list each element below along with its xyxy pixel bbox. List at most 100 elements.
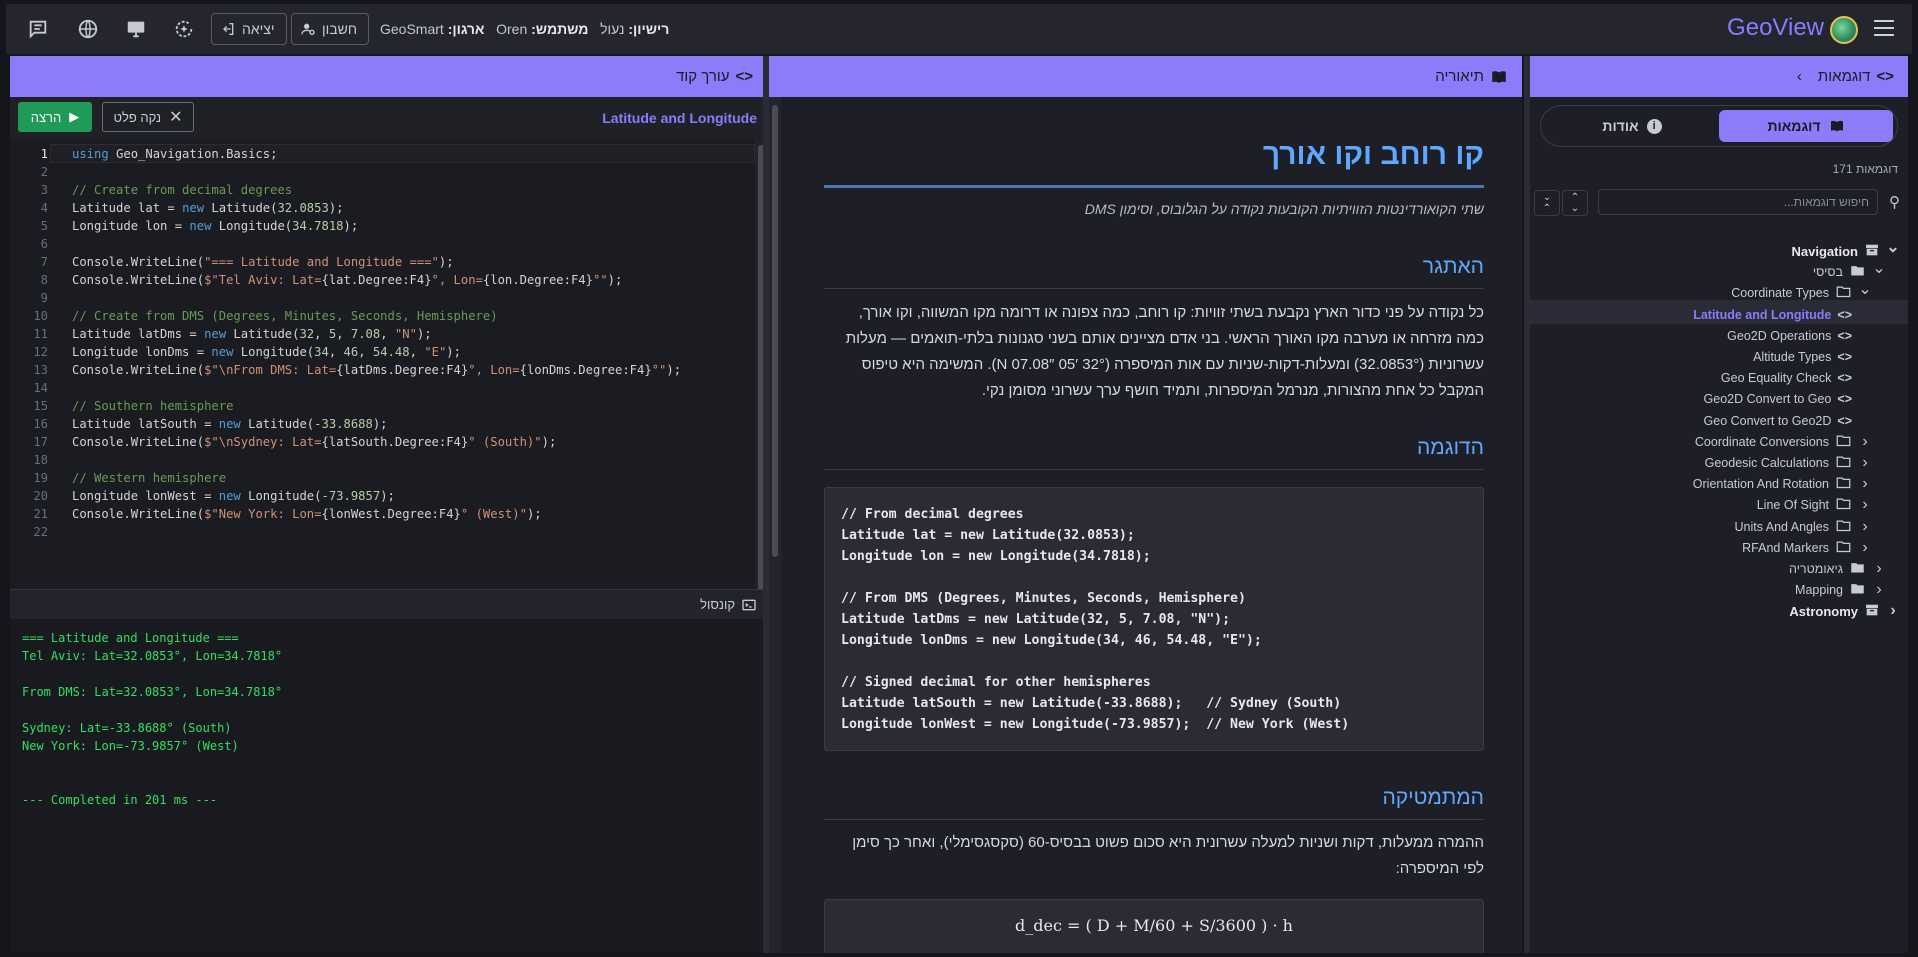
examples-panel: ‹ דוגמאות <> אודות i דוגמאות 171 דוגמאות…	[1530, 56, 1908, 953]
tree-item-label: Line Of Sight	[1756, 498, 1829, 513]
chevron-right-icon[interactable]: ›	[1872, 581, 1886, 599]
globe-icon[interactable]	[76, 17, 100, 41]
folder-open-icon	[1835, 539, 1852, 557]
logout-icon	[223, 23, 234, 35]
examples-count: 171 דוגמאות	[1832, 162, 1898, 176]
console-line: From DMS: Lat=32.0853°, Lon=34.7818°	[22, 685, 283, 699]
heading-math: המתמטיקה	[1382, 786, 1484, 809]
paragraph-line: כמה מזרחה או מערבה מקו האורך הראשי. בני …	[845, 330, 1484, 347]
code-icon: <>	[1837, 371, 1852, 386]
code-panel-title: עורך קוד	[676, 68, 730, 85]
code-block-line: Latitude lat = new Latitude(32.0853);	[841, 528, 1135, 543]
chevron-right-icon[interactable]: ›	[1886, 602, 1900, 620]
collapse-all-button[interactable]: ⌄ ⌃	[1534, 190, 1560, 216]
code-editor-panel: עורך קוד <> הרצה ▶ נקה פלט ✕ Latitude an…	[10, 56, 767, 953]
chevron-down-icon[interactable]: ⌄	[1858, 279, 1872, 299]
chat-icon[interactable]	[26, 17, 50, 41]
chevron-right-icon[interactable]: ›	[1858, 454, 1872, 472]
code-line: 9	[40, 291, 48, 305]
code-block-line: // From decimal degrees	[841, 507, 1024, 522]
expand-all-button[interactable]: ⌃ ⌄	[1562, 190, 1588, 216]
logout-button[interactable]: יציאה	[211, 13, 287, 45]
menu-icon[interactable]	[1874, 20, 1894, 36]
file-title: Latitude and Longitude	[602, 110, 757, 126]
ai-sync-icon[interactable]	[172, 17, 196, 41]
search-icon: ⚲	[1889, 194, 1900, 211]
code-line: 7 Console.WriteLine("=== Latitude and Lon…	[40, 255, 454, 269]
code-block-line: Longitude lonDms = new Longitude(34, 46,…	[841, 633, 1262, 648]
tab-examples[interactable]: דוגמאות	[1719, 110, 1893, 142]
console-title: קונסול	[700, 597, 735, 612]
folder-icon	[1849, 560, 1866, 578]
chevron-down-icon[interactable]: ⌄	[1886, 237, 1900, 257]
code-icon: <>	[1837, 392, 1852, 407]
console-output: === Latitude and Longitude === Tel Aviv:…	[10, 619, 767, 953]
divider	[824, 469, 1484, 470]
challenge-paragraph: כל נקודה על פני כדור הארץ נקבעת בשתי זוו…	[824, 300, 1484, 404]
code-icon: <>	[1837, 307, 1852, 322]
tree-item-label: Navigation	[1791, 243, 1858, 259]
tree-item-label: בסיסי	[1812, 265, 1843, 280]
chevron-right-icon[interactable]: ›	[1858, 518, 1872, 536]
code-icon: <>	[1837, 350, 1852, 364]
clear-output-button[interactable]: נקה פלט ✕	[102, 102, 194, 132]
collapse-icon: ⌄ ⌃	[1542, 192, 1552, 214]
folder-open-icon	[1835, 284, 1852, 302]
chevron-right-icon[interactable]: ›	[1872, 560, 1886, 578]
tree-item-label: RFAnd Markers	[1742, 540, 1829, 555]
console-line: Tel Aviv: Lat=32.0853°, Lon=34.7818°	[22, 649, 283, 663]
folder-open-icon	[1835, 454, 1852, 472]
account-button[interactable]: חשבון	[291, 13, 369, 45]
user-gear-icon	[301, 23, 315, 35]
info-icon: i	[1646, 118, 1662, 134]
account-label: חשבון	[322, 21, 358, 37]
code-line: 14	[33, 381, 48, 395]
session-info: רישיון: נעול משתמש: Oren ארגון: GeoSmart	[380, 21, 669, 37]
code-editor[interactable]: 1 using Geo_Navigation.Basics; 2 3// Crea…	[10, 139, 767, 593]
folder-icon	[1849, 581, 1866, 599]
search-input[interactable]	[1598, 189, 1878, 215]
tab-about-label: אודות	[1602, 118, 1639, 134]
code-line: 17 Console.WriteLine($"\nSydney: Lat={lat…	[33, 435, 557, 449]
code-block-line: // Signed decimal for other hemispheres	[841, 675, 1151, 690]
clear-label: נקה פלט	[113, 109, 162, 125]
console-line: New York: Lon=-73.9857° (West)	[22, 739, 239, 753]
code-line: 13 Console.WriteLine($"\nFrom DMS: Lat={l…	[33, 363, 682, 377]
tree-item-label: Units And Angles	[1734, 519, 1829, 534]
theory-subtitle: שתי הקואורדינטות הזוויתיות הקובעות נקודה…	[1084, 201, 1484, 217]
theory-content: קו רוחב וקו אורך שתי הקואורדינטות הזווית…	[769, 56, 1522, 953]
code-icon: <>	[1876, 68, 1894, 85]
chevron-right-icon[interactable]: ›	[1858, 475, 1872, 493]
code-block-line: Latitude latDms = new Latitude(32, 5, 7.…	[841, 612, 1231, 627]
examples-tabs: אודות i דוגמאות	[1540, 105, 1898, 147]
code-line: 5 Longitude lon = new Longitude(34.7818);	[40, 219, 359, 233]
tree-item[interactable]: Astronomy ›	[1789, 599, 1900, 623]
tab-about[interactable]: אודות i	[1545, 110, 1719, 142]
divider	[824, 819, 1484, 820]
theory-title: קו רוחב וקו אורך	[1262, 138, 1484, 171]
book-icon	[1830, 120, 1843, 132]
monitor-icon[interactable]	[124, 17, 148, 41]
chevron-left-icon[interactable]: ‹	[1797, 68, 1802, 85]
code-line: 21 Console.WriteLine($"New York: Lon={lon…	[33, 507, 542, 521]
folder-open-icon	[1835, 433, 1852, 451]
code-line: 15// Southern hemisphere	[33, 399, 234, 413]
divider	[824, 288, 1484, 289]
chevron-right-icon[interactable]: ›	[1858, 496, 1872, 514]
chevron-down-icon[interactable]: ⌄	[1872, 258, 1886, 278]
chevron-right-icon[interactable]: ›	[1858, 539, 1872, 557]
tree-item-label: Astronomy	[1789, 603, 1858, 619]
tree-item-label: Geo Equality Check	[1720, 371, 1832, 386]
code-line: 6	[40, 237, 48, 251]
heading-challenge: האתגר	[1422, 255, 1484, 278]
code-line: 20 Longitude lonWest = new Longitude(-73.…	[33, 489, 395, 503]
code-block-line	[841, 651, 1483, 672]
run-button[interactable]: הרצה ▶	[18, 102, 92, 132]
console-line: Sydney: Lat=-33.8688° (South)	[22, 721, 232, 735]
chevron-right-icon[interactable]: ›	[1858, 433, 1872, 451]
code-line: 12 Longitude lonDms = new Longitude(34, 4…	[33, 345, 461, 359]
tree-item-label: Mapping	[1795, 583, 1843, 598]
tree-item-label: Altitude Types	[1753, 350, 1832, 364]
